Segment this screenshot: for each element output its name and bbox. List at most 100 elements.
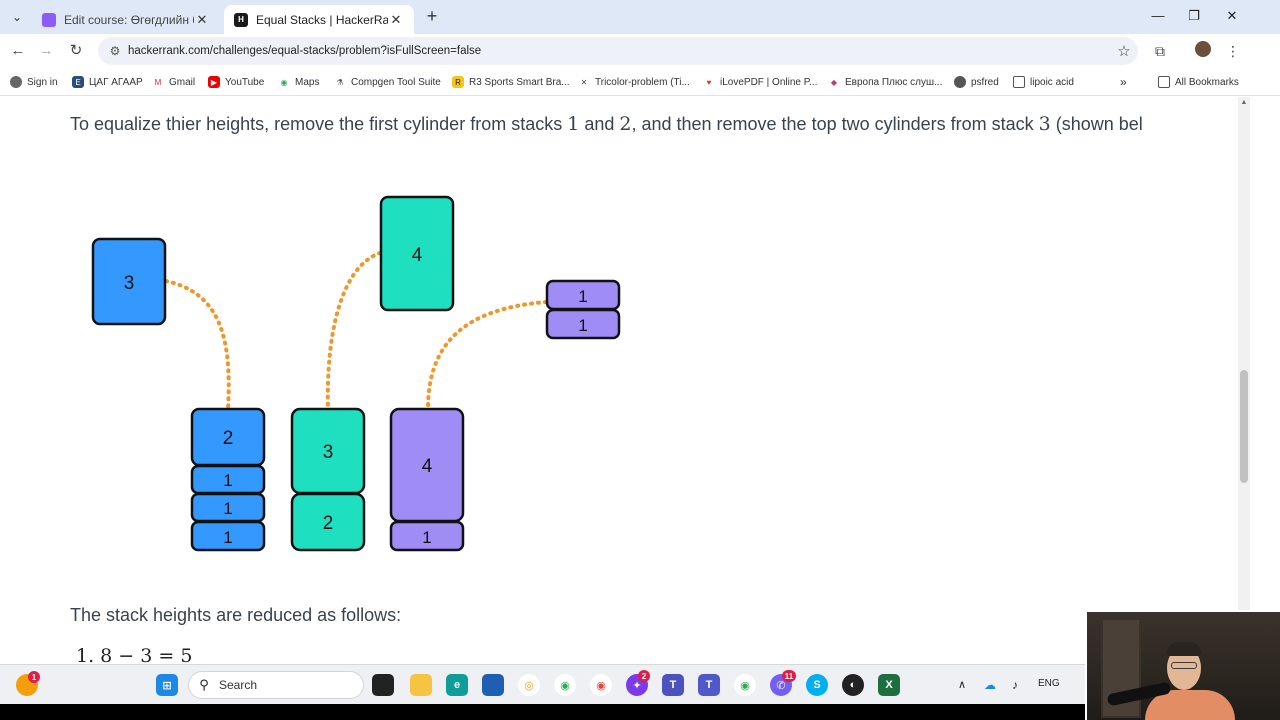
globe-icon: [954, 76, 966, 88]
youtube-icon: ▶: [208, 76, 220, 88]
bookmark-sign-in[interactable]: Sign in: [10, 74, 58, 90]
bookmark-all[interactable]: All Bookmarks: [1158, 74, 1239, 90]
browser-toolbar: ← → ↻ ⚙ hackerrank.com/challenges/equal-…: [0, 34, 1280, 68]
removed-cylinder-label: 3: [124, 273, 135, 294]
maps-pin-icon: ◉: [278, 76, 290, 88]
url-text[interactable]: hackerrank.com/challenges/equal-stacks/p…: [128, 45, 1110, 57]
scroll-thumb[interactable]: [1240, 370, 1248, 483]
bookmark-maps[interactable]: ◉ Maps: [278, 74, 319, 90]
tab-edit-course[interactable]: Edit course: Өгөгдлийн бүтэц б ✕: [32, 5, 220, 34]
tab-strip: ⌄ Edit course: Өгөгдлийн бүтэц б ✕ H Equ…: [0, 0, 1280, 34]
new-tab-button[interactable]: +: [422, 6, 442, 26]
heart-icon: ♥: [703, 76, 715, 88]
language-indicator[interactable]: ENG: [1038, 678, 1060, 689]
cylinder-label: 2: [223, 428, 234, 449]
chrome-icon[interactable]: ◉: [554, 674, 576, 696]
folder-icon: [1158, 76, 1170, 88]
bookmark-compgen[interactable]: ⚗ Compgen Tool Suite: [334, 74, 441, 90]
cylinder-label: 4: [422, 456, 433, 477]
stacks-diagram: 3 4 1 1 2 1 1 1 3 2 4 1: [91, 195, 621, 552]
address-bar[interactable]: ⚙ hackerrank.com/challenges/equal-stacks…: [98, 37, 1138, 65]
scroll-up-icon[interactable]: ▲: [1238, 99, 1250, 106]
extensions-icon[interactable]: ⧉: [1150, 41, 1170, 61]
weather-icon: E: [72, 76, 84, 88]
bookmark-europa-plus[interactable]: ◆ Европа Плюс слуш...: [828, 74, 942, 90]
moodle-favicon-icon: [42, 12, 56, 27]
task-view-icon[interactable]: [372, 674, 394, 696]
cylinder-label: 1: [223, 499, 232, 518]
webcam-overlay: [1085, 610, 1280, 720]
bookmark-star-icon[interactable]: ☆: [1110, 42, 1138, 60]
globe-icon: [10, 76, 22, 88]
cylinder-label: 3: [323, 442, 334, 463]
menu-kebab-icon[interactable]: ⋮: [1223, 41, 1243, 61]
back-icon[interactable]: ←: [8, 41, 28, 61]
close-tab-icon[interactable]: ✕: [194, 12, 210, 28]
hackerrank-favicon-icon: H: [234, 12, 248, 27]
removed-cylinder-label: 1: [578, 287, 587, 306]
bookmarks-bar: Sign in E ЦАГ АГААР M Gmail ▶ YouTube ◉ Maps…: [0, 68, 1280, 96]
close-window-button[interactable]: ✕: [1220, 6, 1244, 26]
teams-icon[interactable]: T: [662, 674, 684, 696]
bookmark-lipoic-acid[interactable]: lipoic acid: [1013, 74, 1074, 90]
r3-sports-icon: R: [452, 76, 464, 88]
cylinder-label: 1: [422, 528, 431, 547]
tab-title: Edit course: Өгөгдлийн бүтэц б: [64, 12, 194, 27]
connector-stack2: [325, 251, 382, 411]
tab-equal-stacks[interactable]: H Equal Stacks | HackerRank ✕: [224, 5, 414, 34]
bookmark-youtube[interactable]: ▶ YouTube: [208, 74, 264, 90]
tab-title: Equal Stacks | HackerRank: [256, 12, 388, 27]
removed-cylinder-label: 4: [412, 245, 423, 266]
obs-icon[interactable]: ◐: [842, 674, 864, 696]
site-info-icon[interactable]: ⚙: [102, 44, 128, 58]
profile-avatar[interactable]: [1193, 41, 1213, 61]
bookmark-psfred[interactable]: psfred: [954, 74, 999, 90]
store-icon[interactable]: [482, 674, 504, 696]
forward-icon[interactable]: →: [36, 41, 56, 61]
minimize-button[interactable]: —: [1146, 6, 1170, 26]
microphone-icon[interactable]: ♪: [1012, 678, 1018, 692]
skype-icon[interactable]: S: [806, 674, 828, 696]
removed-cylinder-label: 1: [578, 316, 587, 335]
app-circle-icon[interactable]: ◎: [518, 674, 540, 696]
window-edge: [1250, 97, 1280, 663]
search-icon: ⚲: [199, 677, 209, 692]
cylinder-label: 1: [223, 471, 232, 490]
teams-work-icon[interactable]: T: [698, 674, 720, 696]
close-tab-icon[interactable]: ✕: [388, 12, 404, 28]
bookmark-tricolor[interactable]: ✕ Tricolor-problem (Ti...: [578, 74, 690, 90]
problem-content: To equalize thier heights, remove the fi…: [0, 97, 1250, 663]
chrome-active-icon[interactable]: ◉: [734, 674, 756, 696]
edge-icon[interactable]: e: [446, 674, 468, 696]
excel-icon[interactable]: X: [878, 674, 900, 696]
bookmark-weather[interactable]: E ЦАГ АГААР: [72, 74, 143, 90]
connector-stack1: [164, 279, 231, 411]
reload-icon[interactable]: ↻: [66, 41, 86, 61]
bookmark-gmail[interactable]: M Gmail: [152, 74, 195, 90]
cylinder-label: 1: [223, 528, 232, 547]
folder-icon: [1013, 76, 1025, 88]
gmail-icon: M: [152, 76, 164, 88]
tab-search-icon[interactable]: ⌄: [6, 6, 28, 28]
tray-chevron-icon[interactable]: ∧: [958, 678, 966, 691]
radio-icon: ◆: [828, 76, 840, 88]
onedrive-icon[interactable]: ☁: [984, 678, 996, 692]
connector-stack3: [426, 300, 548, 411]
presenter-glasses: [1171, 662, 1197, 669]
notification-badge: 11: [782, 670, 796, 682]
page-scrollbar[interactable]: ▲: [1238, 97, 1250, 663]
restore-button[interactable]: ❐: [1182, 6, 1206, 26]
taskbar-search[interactable]: ⚲ Search: [188, 671, 364, 699]
cylinder-label: 2: [323, 513, 334, 534]
file-explorer-icon[interactable]: [410, 674, 432, 696]
bookmark-r3-sports[interactable]: R R3 Sports Smart Bra...: [452, 74, 570, 90]
tricolor-icon: ✕: [578, 76, 590, 88]
math-stack-3: 3: [1038, 113, 1051, 135]
more-bookmarks-icon[interactable]: »: [1120, 74, 1127, 90]
bookmark-ilovepdf[interactable]: ♥ iLovePDF | Online P...: [703, 74, 817, 90]
chrome-profile-icon[interactable]: ◉: [590, 674, 612, 696]
windows-start-icon[interactable]: ⊞: [156, 674, 178, 696]
notification-badge: 2: [638, 670, 650, 682]
reduction-paragraph: The stack heights are reduced as follows…: [70, 605, 402, 625]
reduction-formula: 1. 8 − 3 = 5: [76, 645, 193, 663]
